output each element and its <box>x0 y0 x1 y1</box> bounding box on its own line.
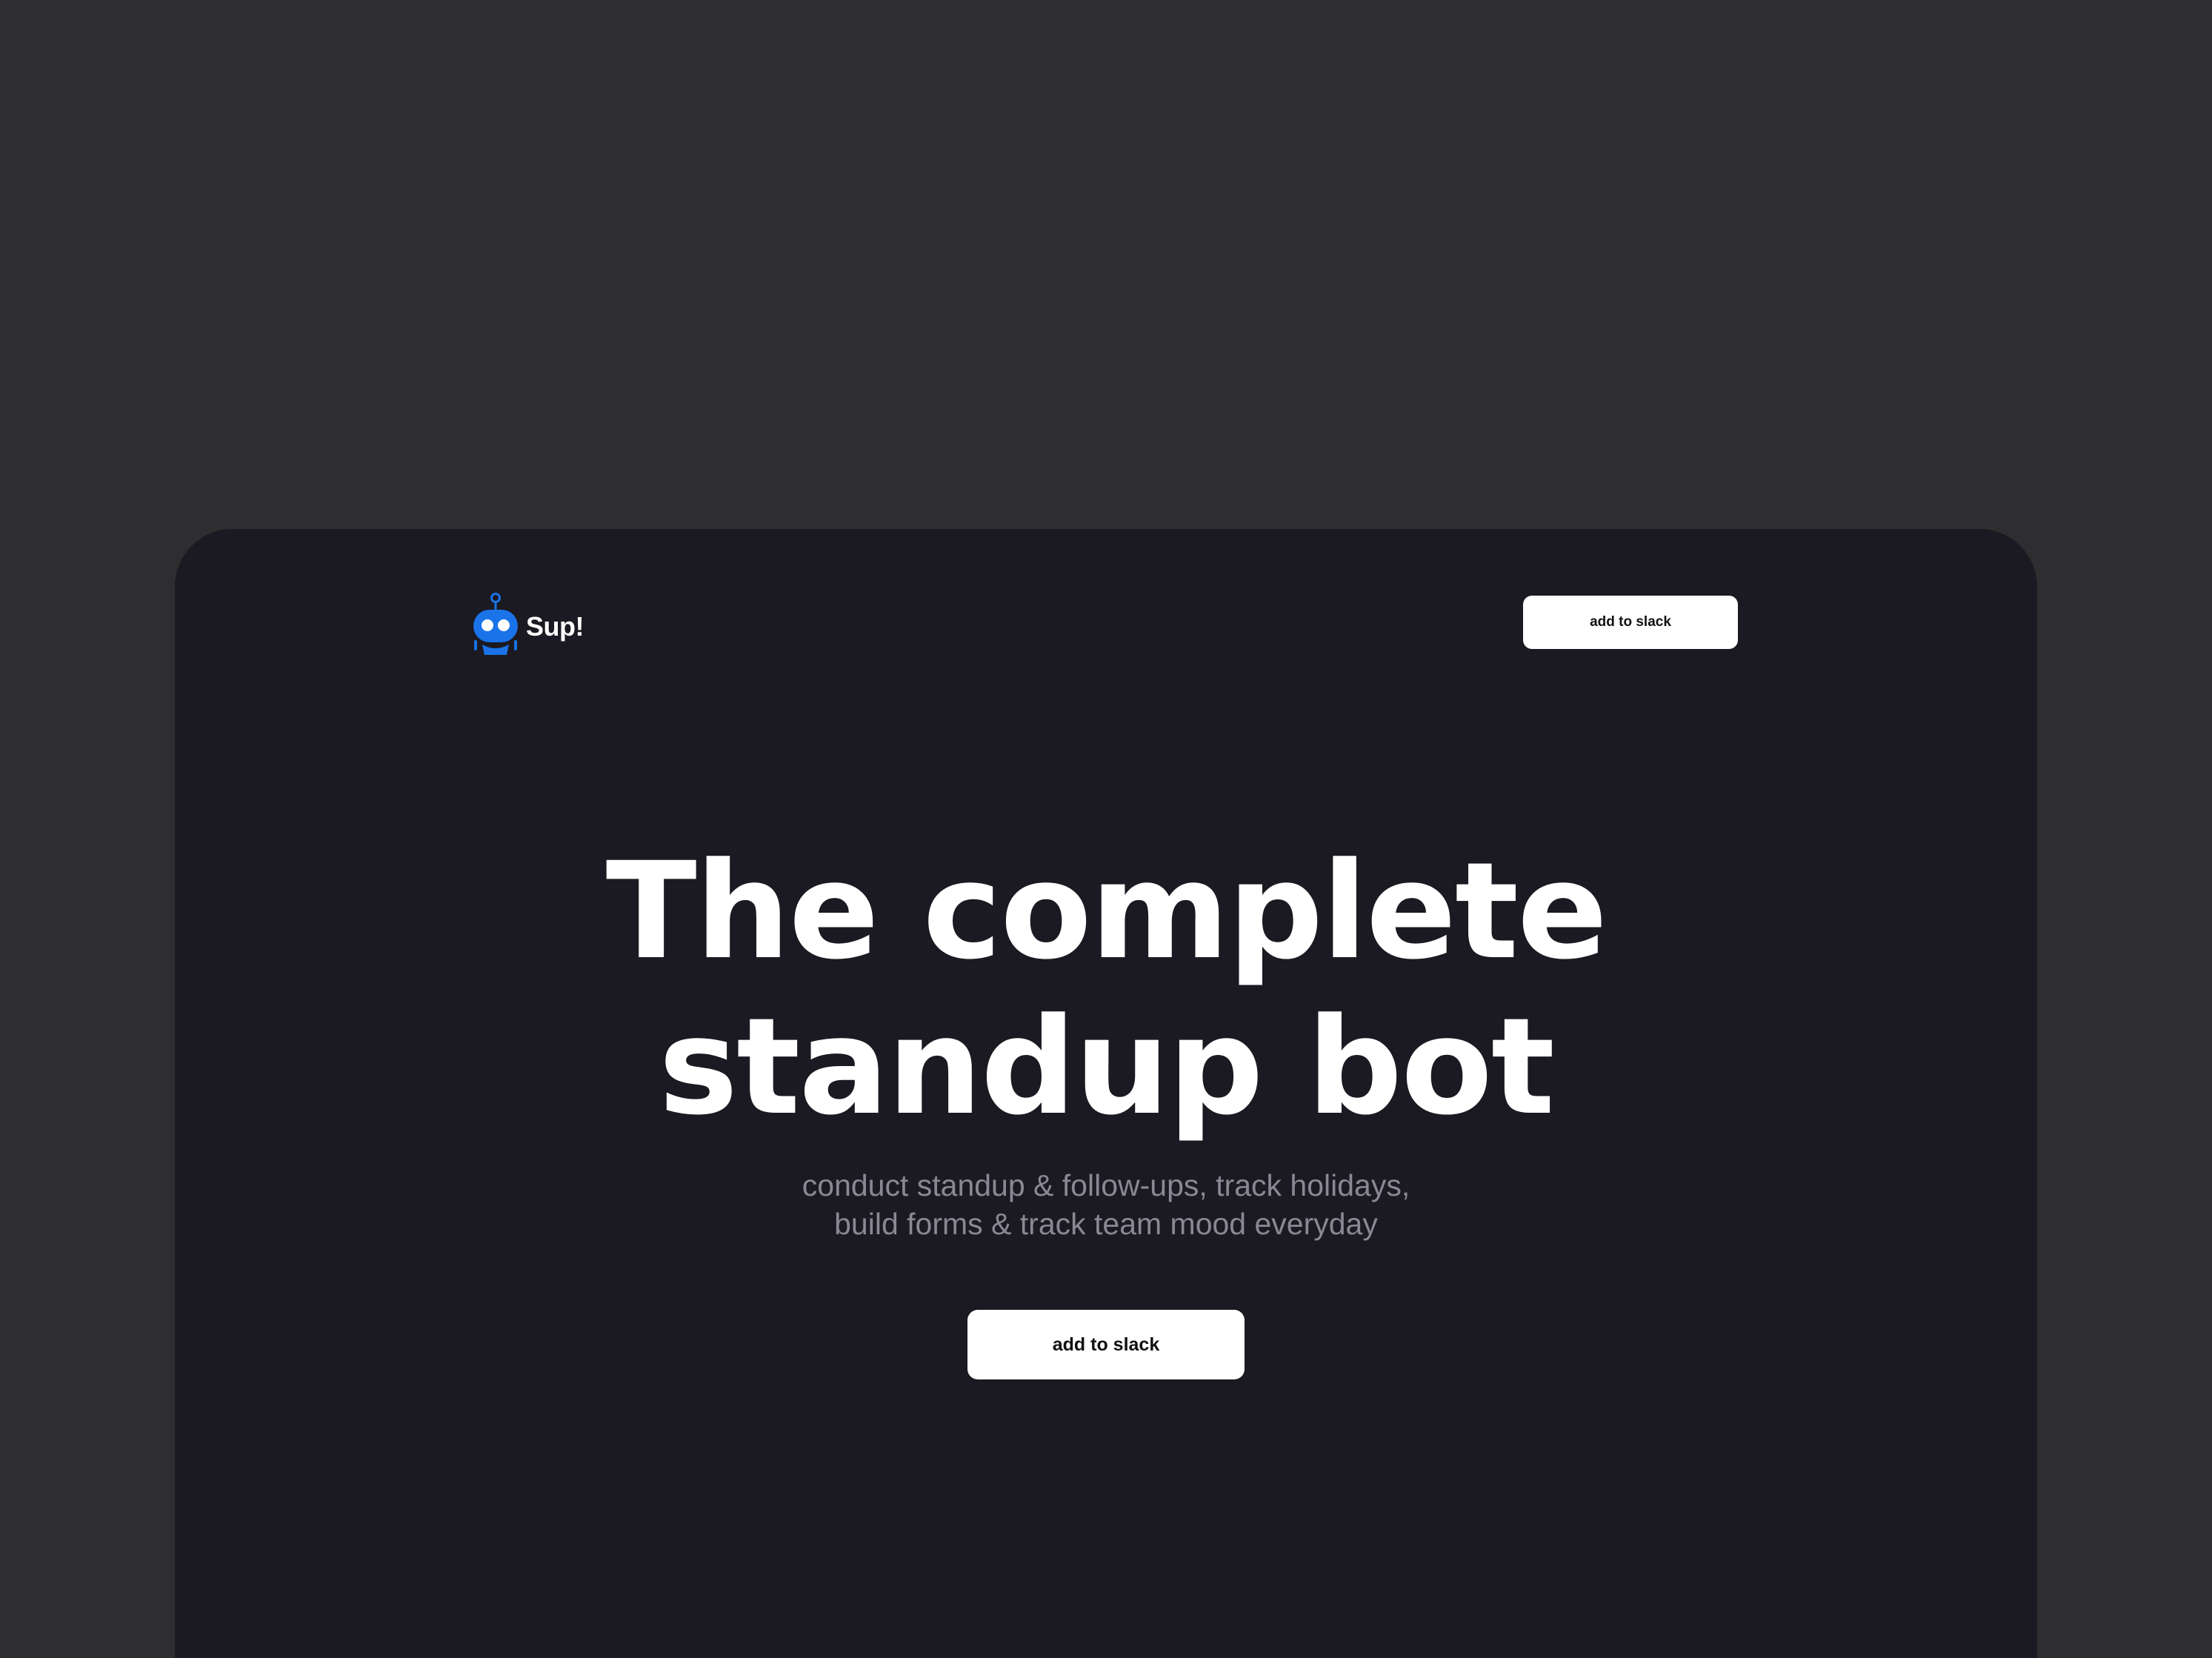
nav-add-to-slack-button[interactable]: add to slack <box>1523 596 1738 649</box>
hero-title: The complete standup bot <box>175 834 2037 1145</box>
page-frame: Sup! add to slack The complete standup b… <box>175 529 2037 1658</box>
robot-icon <box>473 593 518 655</box>
brand-logo[interactable]: Sup! <box>471 591 584 655</box>
hero-title-line-2: standup bot <box>659 990 1555 1145</box>
brand-name: Sup! <box>526 611 584 642</box>
hero-subtitle-line-1: conduct standup & follow-ups, track holi… <box>802 1168 1410 1202</box>
hero-title-line-1: The complete <box>605 834 1608 989</box>
hero-subtitle-line-2: build forms & track team mood everyday <box>834 1207 1378 1241</box>
hero-add-to-slack-button[interactable]: add to slack <box>967 1310 1245 1379</box>
hero-subtitle: conduct standup & follow-ups, track holi… <box>175 1166 2037 1243</box>
